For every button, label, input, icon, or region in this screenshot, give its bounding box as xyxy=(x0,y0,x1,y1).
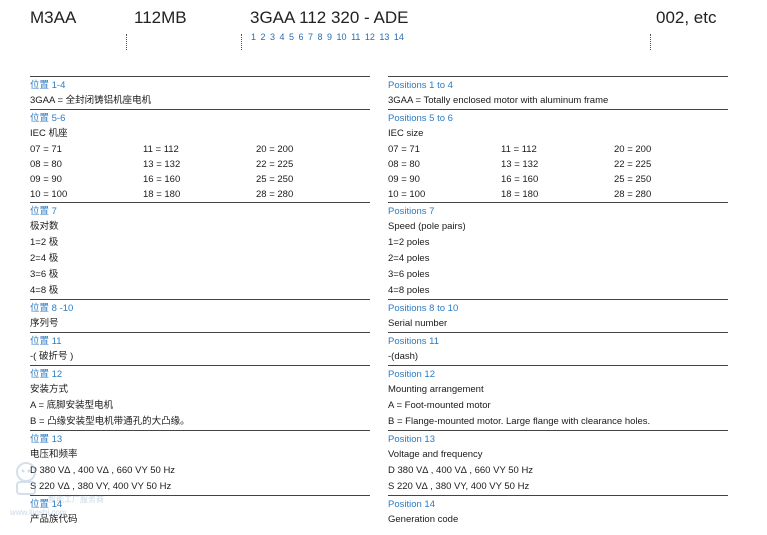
section-title: Positions 7 xyxy=(388,206,435,217)
watermark-url: www.ljjoshi.com xyxy=(10,508,67,517)
table-cell: 22 = 225 xyxy=(256,159,294,170)
section-line: 序列号 xyxy=(30,318,59,329)
table-cell: 11 = 112 xyxy=(501,144,537,155)
watermark-text: 智能工厂服务商 xyxy=(48,495,104,504)
iec-size-table: 07 = 71 11 = 112 20 = 200 08 = 80 13 = 1… xyxy=(30,142,370,202)
table-cell: 20 = 200 xyxy=(614,144,652,155)
section-position-13: Position 13 Voltage and frequency D 380 … xyxy=(388,430,728,495)
section-title: Positions 5 to 6 xyxy=(388,113,453,124)
table-cell: 10 = 100 xyxy=(30,189,68,200)
section-title: 位置 5-6 xyxy=(30,113,66,124)
section-position-11: 位置 11 -( 破折号 ) xyxy=(30,332,370,365)
table-cell: 13 = 132 xyxy=(143,159,181,170)
section-title: Position 13 xyxy=(388,434,436,445)
section-positions-8-10: Positions 8 to 10 Serial number xyxy=(388,299,728,332)
section-position-12: Position 12 Mounting arrangement A = Foo… xyxy=(388,365,728,430)
divider-tick xyxy=(650,34,651,50)
section-position-12: 位置 12 安装方式 A = 底脚安装型电机 B = 凸缘安装型电机带通孔的大凸… xyxy=(30,365,370,430)
section-line: Mounting arrangement xyxy=(388,384,484,395)
section-line: 3GAA = 全封闭铸铝机座电机 xyxy=(30,95,152,106)
table-cell: 28 = 280 xyxy=(256,189,294,200)
table-cell: 09 = 90 xyxy=(30,174,62,185)
section-line: B = Flange-mounted motor. Large flange w… xyxy=(388,416,651,427)
section-line: Voltage and frequency xyxy=(388,449,483,460)
section-position-7: 位置 7 极对数 1=2 极 2=4 极 3=6 极 4=8 极 xyxy=(30,202,370,299)
table-cell: 11 = 112 xyxy=(143,144,179,155)
section-line: IEC size xyxy=(388,128,424,139)
table-cell: 25 = 250 xyxy=(256,174,294,185)
table-cell: 08 = 80 xyxy=(388,159,420,170)
section-title: 位置 12 xyxy=(30,369,63,380)
table-cell: 16 = 160 xyxy=(143,174,181,185)
section-title: 位置 7 xyxy=(30,206,57,217)
section-line: S 220 V∆ , 380 VY, 400 VY 50 Hz xyxy=(388,481,530,492)
section-line: A = Foot-mounted motor xyxy=(388,400,491,411)
section-positions-8-10: 位置 8 -10 序列号 xyxy=(30,299,370,332)
table-cell: 07 = 71 xyxy=(388,144,420,155)
section-line: 4=8 极 xyxy=(30,285,59,296)
table-cell: 25 = 250 xyxy=(614,174,652,185)
section-title: Position 12 xyxy=(388,369,436,380)
section-positions-5-6: 位置 5-6 IEC 机座 07 = 71 11 = 112 20 = 200 … xyxy=(30,109,370,202)
table-cell: 18 = 180 xyxy=(143,189,181,200)
section-line: IEC 机座 xyxy=(30,128,68,139)
section-title: Positions 1 to 4 xyxy=(388,80,453,91)
section-line: Speed (pole pairs) xyxy=(388,221,466,232)
section-title: 位置 13 xyxy=(30,434,63,445)
section-line: 2=4 极 xyxy=(30,253,59,264)
section-line: 2=4 poles xyxy=(388,253,430,264)
section-position-11: Positions 11 -(dash) xyxy=(388,332,728,365)
section-title: Positions 8 to 10 xyxy=(388,303,459,314)
table-cell: 16 = 160 xyxy=(501,174,539,185)
table-cell: 07 = 71 xyxy=(30,144,62,155)
section-line: 极对数 xyxy=(30,221,59,232)
table-cell: 09 = 90 xyxy=(388,174,420,185)
section-line: 3GAA = Totally enclosed motor with alumi… xyxy=(388,95,609,106)
section-line: 3=6 极 xyxy=(30,269,59,280)
section-line: A = 底脚安装型电机 xyxy=(30,400,114,411)
product-code: 3GAA 112 320 - ADE xyxy=(250,8,409,27)
table-cell: 22 = 225 xyxy=(614,159,652,170)
section-positions-1-4: Positions 1 to 4 3GAA = Totally enclosed… xyxy=(388,76,728,109)
table-cell: 13 = 132 xyxy=(501,159,539,170)
table-cell: 08 = 80 xyxy=(30,159,62,170)
table-cell: 28 = 280 xyxy=(614,189,652,200)
table-cell: 18 = 180 xyxy=(501,189,539,200)
section-line: 3=6 poles xyxy=(388,269,430,280)
section-title: 位置 11 xyxy=(30,336,62,347)
section-line: D 380 V∆ , 400 V∆ , 660 VY 50 Hz xyxy=(388,465,534,476)
section-line: B = 凸缘安装型电机带通孔的大凸缘。 xyxy=(30,416,190,427)
iec-size-table: 07 = 71 11 = 112 20 = 200 08 = 80 13 = 1… xyxy=(388,142,728,202)
frame-code: 112MB xyxy=(134,8,187,27)
section-line: Serial number xyxy=(388,318,448,329)
section-title: Position 14 xyxy=(388,499,436,510)
watermark: 智能工厂服务商 www.ljjoshi.com xyxy=(8,458,138,520)
english-column: Positions 1 to 4 3GAA = Totally enclosed… xyxy=(388,76,728,528)
section-line: Generation code xyxy=(388,514,459,525)
section-line: 1=2 poles xyxy=(388,237,430,248)
section-position-7: Positions 7 Speed (pole pairs) 1=2 poles… xyxy=(388,202,728,299)
section-title: 位置 1-4 xyxy=(30,80,66,91)
section-line: 4=8 poles xyxy=(388,285,430,296)
table-cell: 20 = 200 xyxy=(256,144,294,155)
section-positions-1-4: 位置 1-4 3GAA = 全封闭铸铝机座电机 xyxy=(30,76,370,109)
code-suffix: 002, etc xyxy=(656,8,717,27)
section-line: 1=2 极 xyxy=(30,237,59,248)
table-cell: 10 = 100 xyxy=(388,189,426,200)
divider-tick xyxy=(241,34,242,50)
model-code: M3AA xyxy=(30,8,77,27)
section-position-14: Position 14 Generation code xyxy=(388,495,728,528)
section-line: -(dash) xyxy=(388,351,419,362)
section-line: 安装方式 xyxy=(30,384,69,395)
robot-mascot-icon xyxy=(16,462,36,495)
section-title: 位置 8 -10 xyxy=(30,303,74,314)
section-title: Positions 11 xyxy=(388,336,440,347)
section-line: -( 破折号 ) xyxy=(30,351,74,362)
position-digits: 1 2 3 4 5 6 7 8 9 10 11 12 13 14 xyxy=(251,32,404,42)
section-positions-5-6: Positions 5 to 6 IEC size 07 = 71 11 = 1… xyxy=(388,109,728,202)
divider-tick xyxy=(126,34,127,50)
